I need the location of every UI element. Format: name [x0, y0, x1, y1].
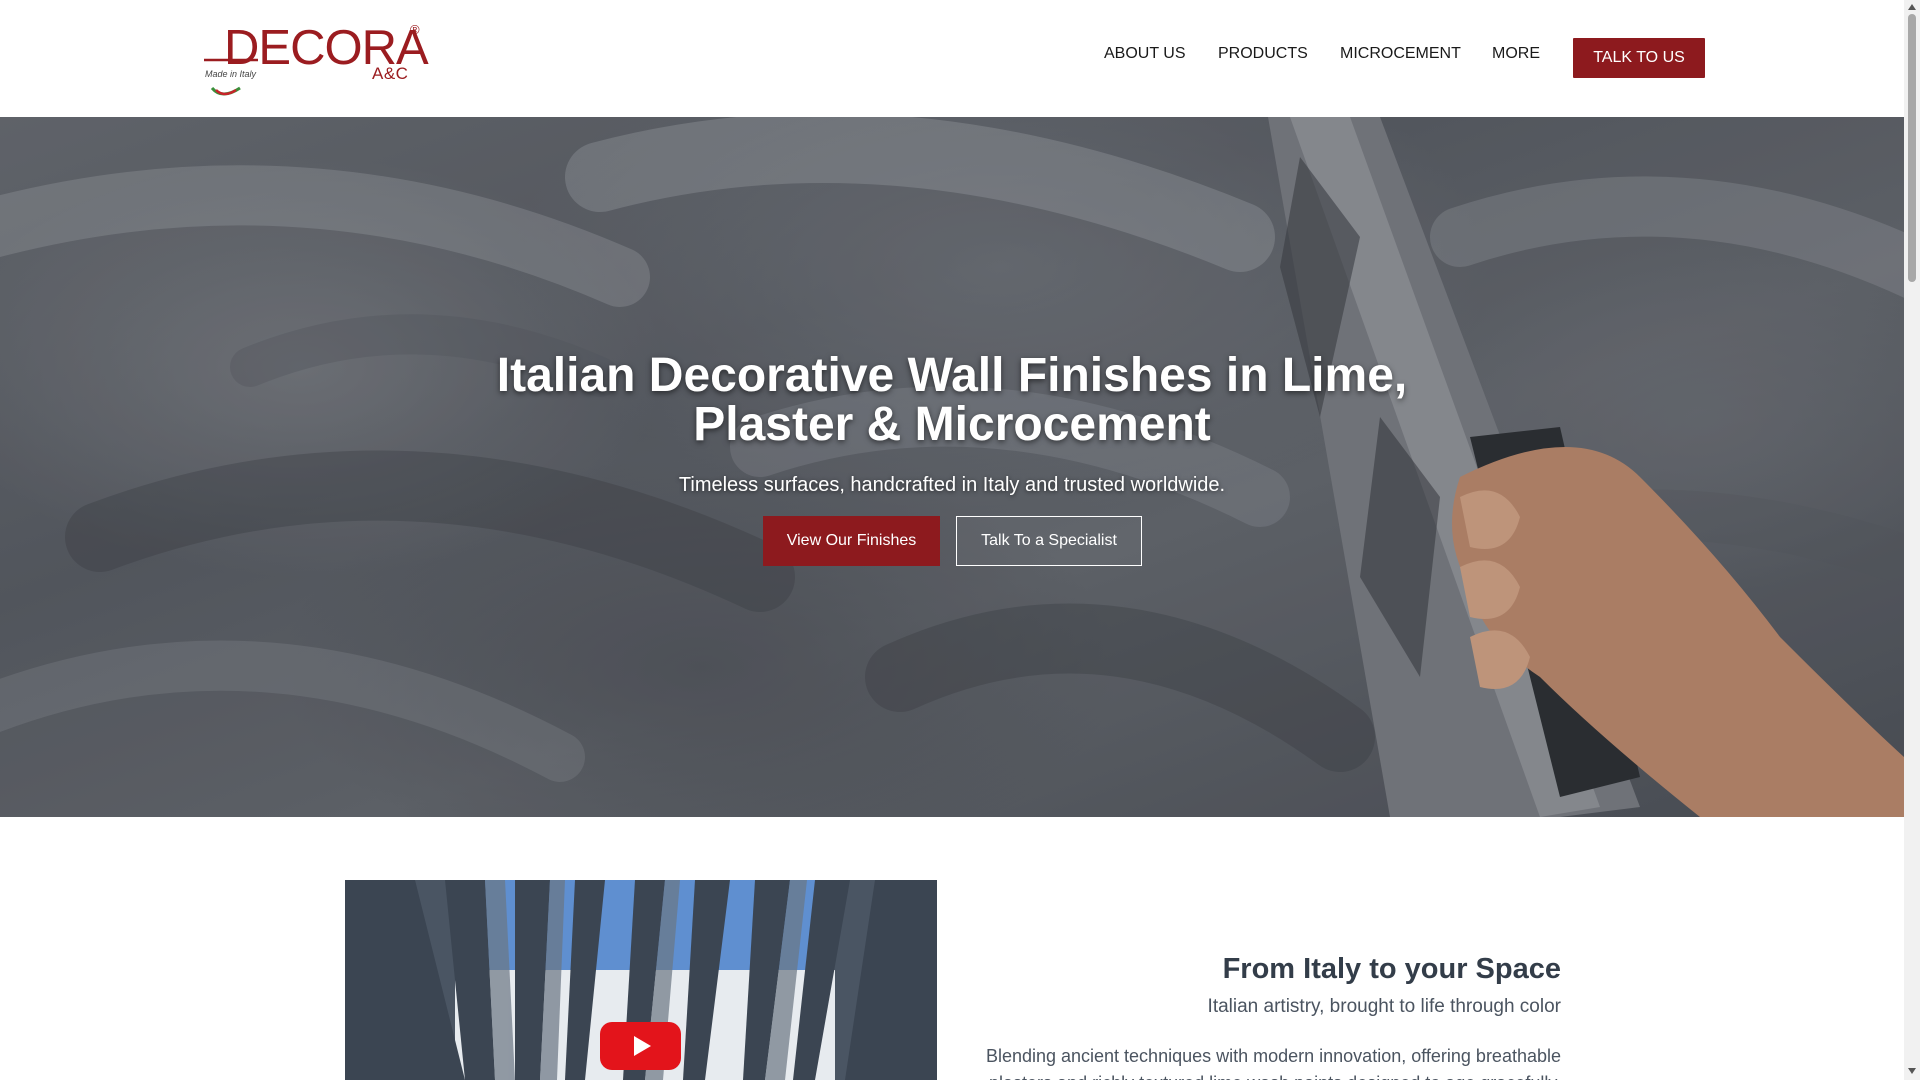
video-thumbnail[interactable]	[345, 880, 937, 1080]
site-header: DECORA ® A&C Made in Italy ABOUT US PROD…	[0, 0, 1904, 117]
play-button[interactable]	[600, 1022, 681, 1070]
nav-about-us[interactable]: ABOUT US	[1104, 45, 1186, 63]
scroll-up-arrow-icon[interactable]	[1908, 4, 1916, 10]
intro-heading: From Italy to your Space	[1222, 953, 1561, 985]
made-in-italy-label: Made in Italy	[205, 69, 257, 79]
talk-to-specialist-button[interactable]: Talk To a Specialist	[956, 516, 1142, 566]
hero-title-line-2: Plaster & Microcement	[693, 398, 1211, 451]
brand-sub: A&C	[372, 64, 409, 83]
brand-logo[interactable]: DECORA ® A&C Made in Italy	[202, 22, 429, 96]
nav-products[interactable]: PRODUCTS	[1218, 45, 1308, 63]
view-finishes-button[interactable]: View Our Finishes	[763, 516, 940, 566]
hero-overlay	[0, 117, 1904, 817]
scroll-down-arrow-icon[interactable]	[1908, 1068, 1916, 1074]
talk-to-us-button[interactable]: TALK TO US	[1573, 38, 1705, 78]
intro-body: Blending ancient techniques with modern …	[985, 1046, 1561, 1080]
hero-title-line-1: Italian Decorative Wall Finishes in Lime…	[496, 349, 1408, 402]
hero-section: Italian Decorative Wall Finishes in Lime…	[0, 117, 1904, 817]
hero-title: Italian Decorative Wall Finishes in Lime…	[452, 351, 1452, 449]
play-icon	[634, 1036, 651, 1056]
nav-microcement[interactable]: MICROCEMENT	[1340, 45, 1461, 63]
intro-tagline: Italian artistry, brought to life throug…	[1207, 996, 1561, 1017]
hero-subtitle: Timeless surfaces, handcrafted in Italy …	[678, 474, 1226, 496]
registered-mark: ®	[410, 22, 420, 37]
nav-more[interactable]: MORE	[1492, 45, 1540, 63]
scrollbar-thumb[interactable]	[1908, 14, 1916, 282]
page-scrollbar[interactable]	[1904, 0, 1920, 1080]
